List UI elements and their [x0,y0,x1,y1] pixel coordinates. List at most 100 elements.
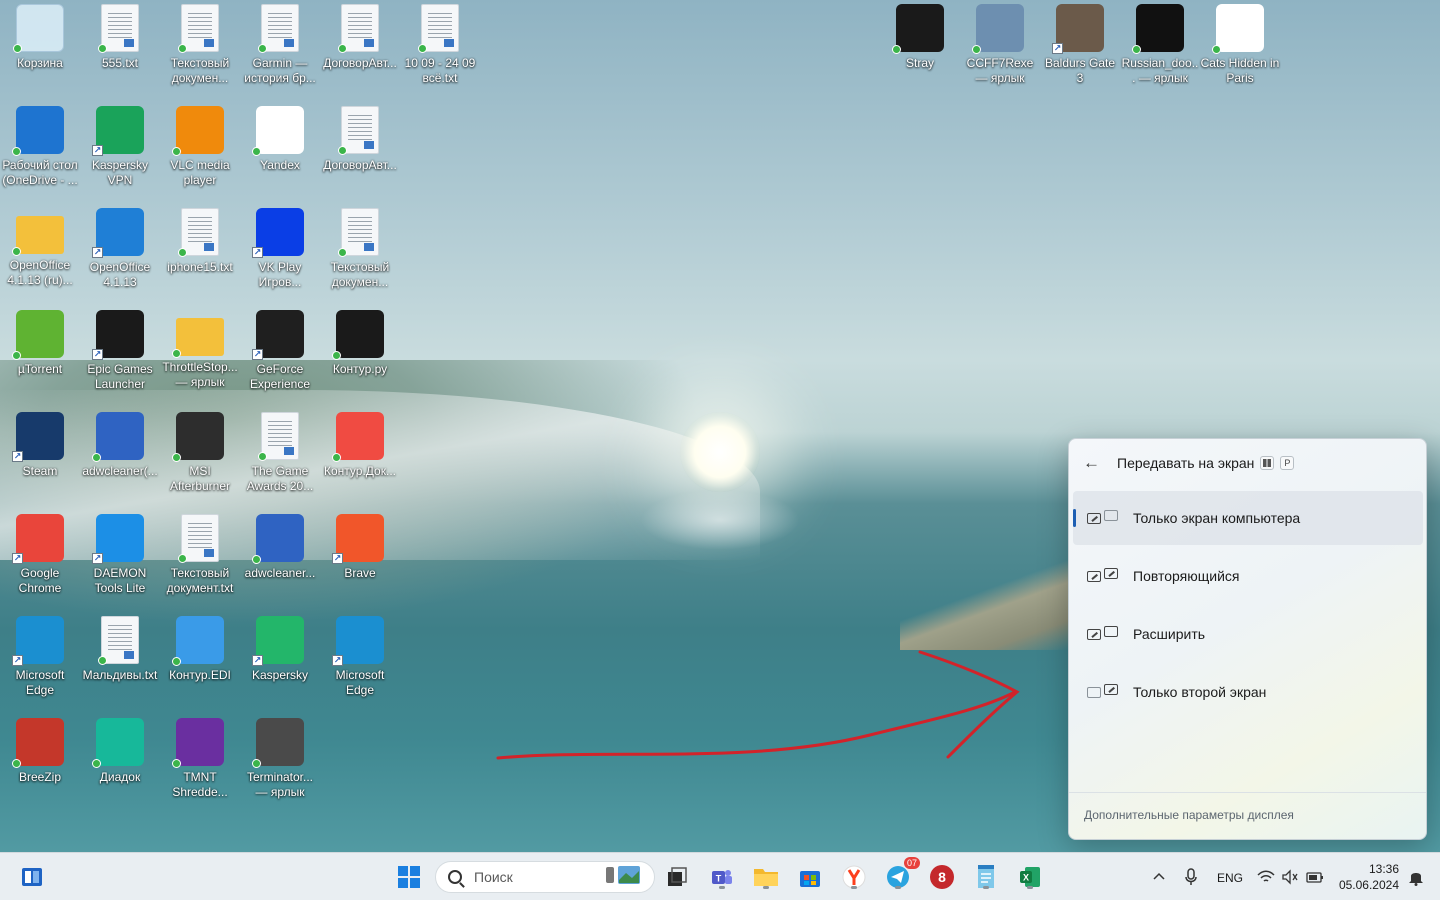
text-file-icon [418,4,459,53]
desktop-icon[interactable]: BreeZip [0,718,80,814]
desktop-icon[interactable]: Мальдивы.txt [80,616,160,712]
recycle-bin-icon [13,4,64,53]
desktop-icon[interactable]: iphone15.txt [160,208,240,304]
desktop-icon-label: Диадок [99,770,141,784]
sync-check-icon [252,147,261,156]
file-explorer-icon[interactable] [750,861,782,893]
running-indicator [895,886,901,889]
text-file-icon [178,4,219,53]
shortcut-arrow-icon: ↗ [252,247,263,258]
task-view-icon[interactable] [661,861,693,893]
desktop-icon[interactable]: Yandex [240,106,320,202]
desktop-icon[interactable]: Текстовый докумен... [320,208,400,304]
desktop-icon[interactable]: µTorrent [0,310,80,406]
desktop-icon[interactable]: MSI Afterburner [160,412,240,508]
desktop-icon[interactable]: CCFF7Rexe — ярлык [960,4,1040,100]
desktop-icon[interactable]: Terminator... — ярлык [240,718,320,814]
desktop-icon[interactable]: TMNT Shredde... [160,718,240,814]
quick-settings-button[interactable] [1252,861,1330,893]
desktop-icon-label: Brave [344,566,376,580]
red-annotation-arrow [496,650,1020,760]
teams-icon[interactable]: T [706,861,738,893]
language-indicator[interactable]: ENG [1217,871,1243,885]
desktop-icon-label: Текстовый докумен... [330,260,390,289]
sync-check-icon [1212,45,1221,54]
desktop-icon[interactable]: Рабочий стол (OneDrive - ... [0,106,80,202]
widgets-icon[interactable] [16,861,48,893]
microsoft-store-icon[interactable] [794,861,826,893]
desktop-icon[interactable]: VLC media player [160,106,240,202]
desktop-icon[interactable]: Диадок [80,718,160,814]
desktop-icon[interactable]: ↗ Steam [0,412,80,508]
desktop-icon-label: Контур.Док... [324,464,396,478]
desktop-icon[interactable]: ↗ DAEMON Tools Lite [80,514,160,610]
desktop-icon-label: TMNT Shredde... [172,770,228,799]
desktop-icon[interactable]: ДоговорАвт... [320,106,400,202]
desktop-icon[interactable]: Garmin — история бр... [240,4,320,100]
desktop-icon[interactable]: 555.txt [80,4,160,100]
search-input[interactable] [474,869,594,885]
clock[interactable]: 13:36 05.06.2024 [1335,861,1399,893]
desktop-icon[interactable]: ↗ OpenOffice 4.1.13 [80,208,160,304]
sync-check-icon [98,44,107,53]
desktop-icon[interactable]: The Game Awards 20... [240,412,320,508]
desktop-icon[interactable]: Контур.Док... [320,412,400,508]
yandex-taskbar-icon[interactable] [838,861,870,893]
desktop-icon[interactable]: Контур.EDI [160,616,240,712]
desktop-icon[interactable]: Stray [880,4,960,100]
time: 13:36 [1368,862,1399,876]
desktop-icon[interactable]: adwcleaner... [240,514,320,610]
sync-check-icon [178,554,187,563]
chevron-up-icon[interactable] [1143,861,1175,893]
desktop-icon-label: Steam [22,464,58,478]
stray-game-icon [892,4,944,54]
desktop-icon[interactable]: ДоговорАвт... [320,4,400,100]
date: 05.06.2024 [1338,878,1399,892]
desktop-icon[interactable]: ↗ Microsoft Edge [0,616,80,712]
desktop-icon[interactable]: ↗ Epic Games Launcher [80,310,160,406]
option-label: Расширить [1133,626,1206,642]
back-arrow-icon[interactable]: ← [1083,453,1105,473]
sync-check-icon [172,657,181,666]
desktop-icon-label: OpenOffice 4.1.13 (ru)... [7,258,73,287]
advanced-display-settings-link[interactable]: Дополнительные параметры дисплея [1084,808,1294,822]
telegram-icon[interactable]: 07 [882,857,920,893]
wallpaper-sun-reflection [640,490,800,550]
option-second-screen-only[interactable]: Только второй экран [1073,665,1423,719]
text-file-icon [258,412,299,461]
desktop-icon[interactable]: ↗ Microsoft Edge [320,616,400,712]
desktop-icon[interactable]: ↗ GeForce Experience [240,310,320,406]
excel-icon[interactable]: X [1014,861,1046,893]
taskbar-search[interactable] [435,861,655,893]
selected-indicator [1073,509,1076,527]
epic-games-icon: ↗ [92,310,144,360]
desktop-icon[interactable]: ↗ Brave [320,514,400,610]
option-pc-screen-only[interactable]: Только экран компьютера [1073,491,1423,545]
kontur-icon [332,310,384,360]
desktop-icon[interactable]: ↗ Kaspersky [240,616,320,712]
desktop-icon[interactable]: Russian_doo... — ярлык [1120,4,1200,100]
desktop-icon[interactable]: ↗ Kaspersky VPN [80,106,160,202]
desktop-icon[interactable]: ↗ Google Chrome [0,514,80,610]
desktop-icon[interactable]: adwcleaner(... [80,412,160,508]
desktop-icon[interactable]: ↗ VK Play Игров... [240,208,320,304]
desktop-icon[interactable]: ThrottleStop... — ярлык [160,310,240,406]
start-icon[interactable] [393,861,425,893]
app-8-icon[interactable]: 8 [926,861,958,893]
desktop-icon[interactable]: OpenOffice 4.1.13 (ru)... [0,208,80,304]
desktop-icon[interactable]: Контур.ру [320,310,400,406]
option-duplicate[interactable]: Повторяющийся [1073,549,1423,603]
desktop-icon-label: adwcleaner(... [82,464,158,478]
desktop-icon[interactable]: 10 09 - 24 09 всё.txt [400,4,480,100]
desktop-icon[interactable]: ↗ Baldurs Gate 3 [1040,4,1120,100]
notification-bell-icon[interactable] [1400,861,1432,893]
microphone-icon[interactable] [1175,861,1207,893]
desktop-icon[interactable]: Cats Hidden in Paris [1200,4,1280,100]
desktop-icon[interactable]: Текстовый документ.txt [160,514,240,610]
notepad-icon[interactable] [970,861,1002,893]
brave-icon: ↗ [332,514,384,564]
desktop-icon[interactable]: Текстовый докумен... [160,4,240,100]
shortcut-arrow-icon: ↗ [92,553,103,564]
desktop-icon[interactable]: Корзина [0,4,80,100]
option-extend[interactable]: Расширить [1073,607,1423,661]
